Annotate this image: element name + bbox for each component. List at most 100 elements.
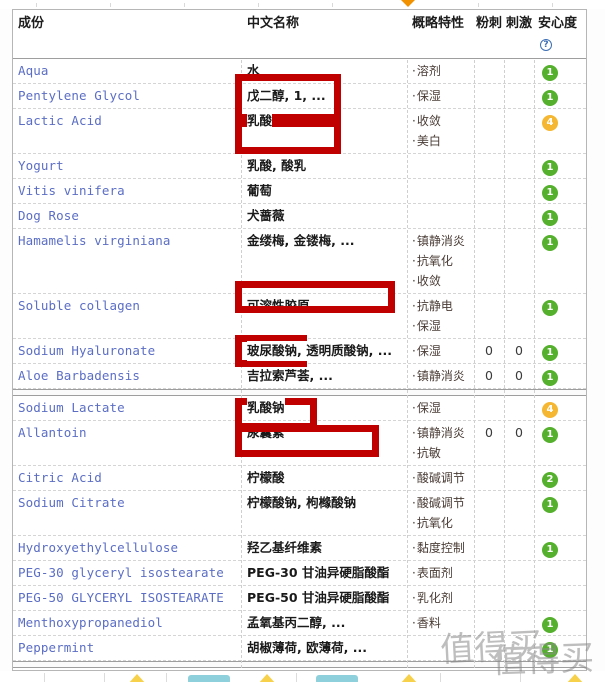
ingredient-link[interactable]: Allantoin xyxy=(18,425,87,440)
cell-ingredient[interactable]: Sodium Lactate xyxy=(13,396,241,420)
chinese-name-highlighted: 乳酸 xyxy=(247,111,273,131)
cell-features: 镇静消炎抗氧化收敛 xyxy=(407,229,474,293)
table-row[interactable]: Lactic Acid 乳酸 收敛美白 4 xyxy=(13,109,586,154)
cell-safety: 1 xyxy=(534,84,586,108)
table-row[interactable]: Sodium Citrate 柠檬酸钠, 枸橼酸钠 酸碱调节抗氧化 1 xyxy=(13,491,586,536)
cell-ingredient[interactable]: Citric Acid xyxy=(13,466,241,490)
table-row[interactable]: Yogurt 乳酸, 酸乳 1 xyxy=(13,154,586,179)
table-row[interactable]: Sodium Lactate 乳酸钠 保湿 4 xyxy=(13,396,586,421)
table-row[interactable]: Pentylene Glycol 戊二醇, 1, ... 保湿 1 xyxy=(13,84,586,109)
ingredient-link[interactable]: Sodium Lactate xyxy=(18,400,125,415)
cell-ingredient[interactable]: Sodium Hyaluronate xyxy=(13,339,241,363)
ingredient-analysis-page: 成份 中文名称 概略特性 粉刺 刺激 安心度? Aqua水溶 xyxy=(0,0,605,682)
cell-ingredient[interactable]: Pentylene Glycol xyxy=(13,84,241,108)
table-row[interactable]: Dog Rose 犬蔷薇 1 xyxy=(13,204,586,229)
cell-features: 保湿 xyxy=(407,339,474,363)
acne-value: 0 xyxy=(485,425,493,440)
cell-irritation xyxy=(504,229,534,233)
table-row[interactable]: PEG-50 GLYCERYL ISOSTEARATE PEG-50 甘油异硬脂酸… xyxy=(13,586,586,611)
cell-chinese-name: 可溶性胶原, ... xyxy=(241,294,407,318)
column-header-acne[interactable]: 粉刺 xyxy=(474,10,504,38)
cell-ingredient[interactable]: Peppermint xyxy=(13,636,241,660)
table-row[interactable]: Citric Acid 柠檬酸 酸碱调节 2 xyxy=(13,466,586,491)
cell-safety: 2 xyxy=(534,466,586,490)
ingredient-link[interactable]: Citric Acid xyxy=(18,470,102,485)
mini-triangle-icon-4 xyxy=(566,674,584,682)
cell-chinese-name: 吉拉索芦荟, ... xyxy=(241,364,407,388)
table-row[interactable]: Sodium Hyaluronate 玻尿酸钠, 透明质酸钠, ... 保湿 0 0 1 xyxy=(13,339,586,364)
cell-ingredient[interactable]: Soluble collagen xyxy=(13,294,241,318)
cell-chinese-name: 柠檬酸钠, 枸橼酸钠 xyxy=(241,491,407,515)
ingredient-link[interactable]: Peppermint xyxy=(18,640,94,655)
chinese-name: 葡萄 xyxy=(247,183,273,198)
table-body: Aqua 水 溶剂 1 Pentylene Glycol 戊二醇, 1, ... 保湿 1 La… xyxy=(13,59,586,670)
cell-ingredient[interactable]: Allantoin xyxy=(13,421,241,445)
cell-ingredient[interactable]: Hamamelis virginiana xyxy=(13,229,241,253)
cell-chinese-name: 葡萄 xyxy=(241,179,407,203)
ingredient-link[interactable]: Dog Rose xyxy=(18,208,79,223)
table-row[interactable]: Hamamelis virginiana 金缕梅, 金镂梅, ... 镇静消炎抗氧化… xyxy=(13,229,586,294)
ingredient-link[interactable]: Aloe Barbadensis xyxy=(18,368,140,383)
cell-ingredient[interactable]: Aloe Barbadensis xyxy=(13,364,241,388)
ingredient-link[interactable]: Lactic Acid xyxy=(18,113,102,128)
table-row[interactable]: Menthoxypropanediol 孟氧基丙二醇, ... 香料 1 xyxy=(13,611,586,636)
cell-features xyxy=(407,154,474,158)
ingredient-link[interactable]: Sodium Hyaluronate xyxy=(18,343,155,358)
ingredient-link[interactable]: Sodium Citrate xyxy=(18,495,125,510)
ingredient-link[interactable]: Hamamelis virginiana xyxy=(18,233,171,248)
cell-chinese-name: 金缕梅, 金镂梅, ... xyxy=(241,229,407,253)
column-header-chinese-name[interactable]: 中文名称 xyxy=(241,10,407,38)
cell-acne xyxy=(474,466,504,470)
table-row[interactable]: Soluble collagen 可溶性胶原, ... 抗静电保湿 1 xyxy=(13,294,586,339)
cell-ingredient[interactable]: Menthoxypropanediol xyxy=(13,611,241,635)
table-row[interactable]: Vitis vinifera 葡萄 1 xyxy=(13,179,586,204)
ingredient-link[interactable]: Yogurt xyxy=(18,158,64,173)
table-row[interactable]: PEG-30 glyceryl isostearate PEG-30 甘油异硬脂酸… xyxy=(13,561,586,586)
ingredient-link[interactable]: Menthoxypropanediol xyxy=(18,615,163,630)
feature-tag: 镇静消炎 xyxy=(412,231,474,251)
table-row[interactable]: Peppermint 胡椒薄荷, 欧薄荷, ... 1 xyxy=(13,636,586,661)
cell-ingredient[interactable]: Sodium Citrate xyxy=(13,491,241,515)
ingredient-link[interactable]: PEG-30 glyceryl isostearate xyxy=(18,565,224,580)
cell-irritation xyxy=(504,109,534,113)
ingredient-link[interactable]: Aqua xyxy=(18,63,49,78)
cell-chinese-name: 尿囊素 xyxy=(241,421,407,445)
table-header-row: 成份 中文名称 概略特性 粉刺 刺激 安心度? xyxy=(13,10,586,59)
ingredient-link[interactable]: Vitis vinifera xyxy=(18,183,125,198)
table-row[interactable]: Allantoin 尿囊素 镇静消炎抗敏 0 0 1 xyxy=(13,421,586,466)
cell-ingredient[interactable]: Lactic Acid xyxy=(13,109,241,133)
table-row[interactable]: Aqua 水 溶剂 1 xyxy=(13,59,586,84)
cell-chinese-name: PEG-50 甘油异硬脂酸酯 xyxy=(241,586,407,610)
cell-acne xyxy=(474,611,504,615)
ingredient-link[interactable]: Soluble collagen xyxy=(18,298,140,313)
cell-ingredient[interactable]: Yogurt xyxy=(13,154,241,178)
safety-badge: 1 xyxy=(542,235,558,251)
cell-features: 收敛美白 xyxy=(407,109,474,153)
cell-ingredient[interactable]: PEG-30 glyceryl isostearate xyxy=(13,561,241,585)
column-header-ingredient[interactable]: 成份 xyxy=(13,10,241,38)
table-row[interactable]: Hydroxyethylcellulose 羟乙基纤维素 黏度控制 1 xyxy=(13,536,586,561)
safety-badge: 4 xyxy=(542,402,558,418)
safety-badge: 1 xyxy=(542,65,558,81)
help-question-icon[interactable]: ? xyxy=(540,39,552,51)
cell-ingredient[interactable]: Hydroxyethylcellulose xyxy=(13,536,241,560)
cell-safety: 1 xyxy=(534,154,586,178)
feature-tag: 黏度控制 xyxy=(412,538,474,558)
cell-ingredient[interactable]: Aqua xyxy=(13,59,241,83)
cell-acne: 0 xyxy=(474,364,504,388)
cell-safety: 1 xyxy=(534,229,586,253)
cell-irritation xyxy=(504,294,534,298)
chinese-name: 犬蔷薇 xyxy=(247,208,285,223)
cell-ingredient[interactable]: PEG-50 GLYCERYL ISOSTEARATE xyxy=(13,586,241,610)
cell-acne xyxy=(474,84,504,88)
table-row[interactable]: Aloe Barbadensis 吉拉索芦荟, ... 镇静消炎 0 0 1 xyxy=(13,364,586,389)
column-header-irritation[interactable]: 刺激 xyxy=(504,10,534,38)
ingredient-link[interactable]: Pentylene Glycol xyxy=(18,88,140,103)
ingredient-link[interactable]: Hydroxyethylcellulose xyxy=(18,540,178,555)
cell-acne xyxy=(474,586,504,590)
column-header-features[interactable]: 概略特性 xyxy=(407,10,474,38)
column-header-safety[interactable]: 安心度? xyxy=(534,10,586,58)
cell-ingredient[interactable]: Dog Rose xyxy=(13,204,241,228)
ingredient-link[interactable]: PEG-50 GLYCERYL ISOSTEARATE xyxy=(18,590,224,605)
cell-ingredient[interactable]: Vitis vinifera xyxy=(13,179,241,203)
